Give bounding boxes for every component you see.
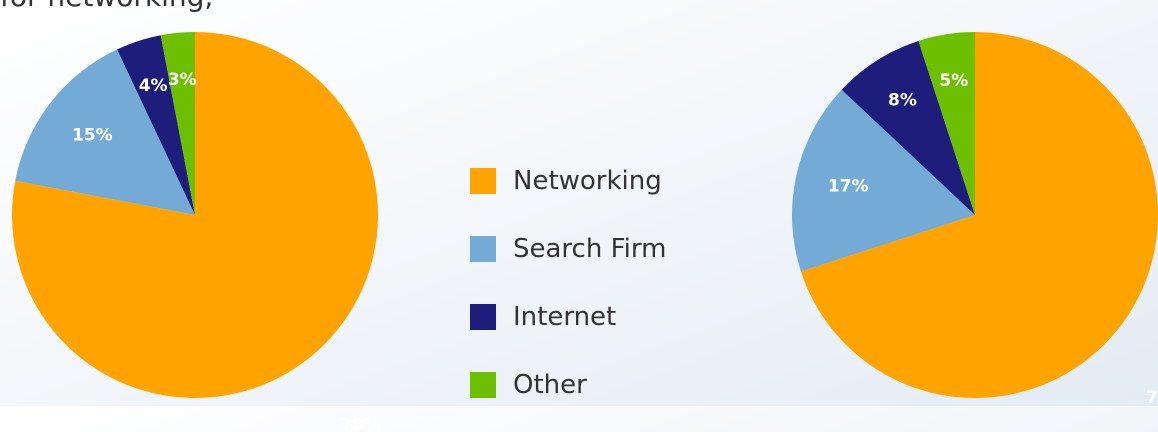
legend-label-networking: Networking — [513, 165, 662, 196]
legend-swatch-networking — [470, 167, 496, 194]
legend-swatch-other — [470, 371, 496, 398]
legend-label-internet: Internet — [513, 301, 617, 332]
pie-label-left-internet: 4% — [139, 76, 168, 96]
pie-chart-right: 70% 17% 8% 5% — [792, 32, 1158, 408]
legend-item-search-firm: Search Firm — [470, 228, 666, 269]
legend-item-internet: Internet — [470, 296, 666, 337]
legend-label-other: Other — [513, 369, 587, 400]
chart-legend: Networking Search Firm Internet Other — [470, 160, 666, 432]
pie-label-right-other: 5% — [939, 71, 968, 91]
pie-label-left-search-firm: 15% — [72, 125, 113, 145]
legend-item-other: Other — [470, 364, 666, 405]
pie-label-right-search-firm: 17% — [828, 177, 869, 197]
legend-item-networking: Networking — [470, 160, 666, 201]
intro-text: for networking, — [0, 0, 213, 13]
pie-chart-left: 78% 15% 4% 3% — [12, 32, 381, 432]
legend-swatch-internet — [470, 303, 496, 330]
legend-swatch-search-firm — [470, 235, 496, 262]
pie-label-right-internet: 8% — [888, 91, 917, 111]
legend-label-search-firm: Search Firm — [513, 233, 667, 264]
pie-label-left-other: 3% — [168, 70, 197, 90]
pie-label-left-networking: 78% — [340, 416, 381, 432]
pie-label-right-networking: 70% — [1146, 388, 1158, 408]
